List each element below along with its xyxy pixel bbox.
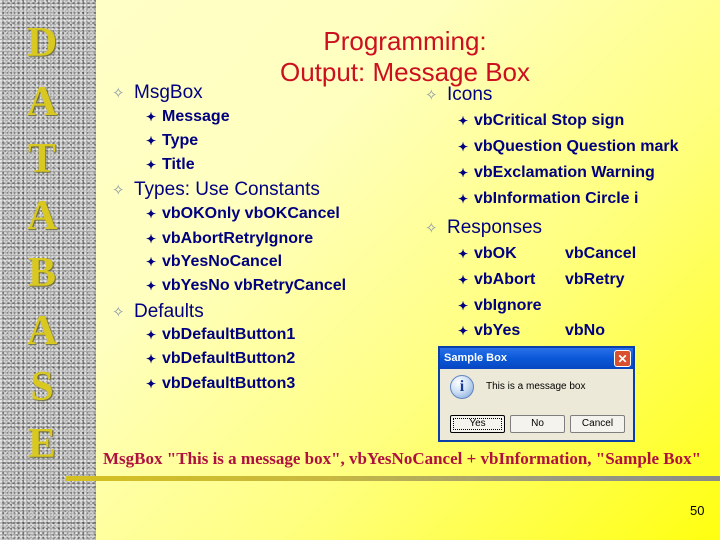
- page-number: 50: [690, 503, 705, 518]
- star-bullet-icon: ✦: [146, 377, 157, 391]
- diamond-bullet-icon: ✧: [112, 85, 125, 102]
- cancel-button[interactable]: Cancel: [570, 415, 625, 433]
- star-bullet-icon: ✦: [146, 279, 157, 293]
- slide-title: Programming: Output: Message Box: [240, 26, 570, 88]
- diamond-bullet-icon: ✧: [112, 304, 125, 321]
- list-item: ✦ vbCritical Stop sign: [458, 112, 625, 129]
- yes-button[interactable]: Yes: [450, 415, 505, 433]
- sidebar-letter: A: [26, 79, 58, 125]
- title-line-1: Programming:: [323, 26, 487, 56]
- dialog-title-bar: Sample Box ✕: [440, 348, 633, 369]
- star-bullet-icon: ✦: [458, 273, 469, 287]
- list-item: ✦ vbYesNoCancel: [146, 253, 283, 270]
- star-bullet-icon: ✦: [146, 352, 157, 366]
- dialog-message: This is a message box: [486, 381, 586, 392]
- star-bullet-icon: ✦: [458, 324, 469, 338]
- star-bullet-icon: ✦: [146, 158, 157, 172]
- list-item: ✦ Message: [146, 108, 230, 125]
- sidebar-letter: T: [27, 136, 56, 182]
- code-caption: MsgBox "This is a message box", vbYesNoC…: [103, 449, 702, 468]
- sidebar-letter: S: [30, 364, 54, 410]
- list-item: ✦ vbDefaultButton3: [146, 375, 296, 392]
- star-bullet-icon: ✦: [458, 166, 469, 180]
- star-bullet-icon: ✦: [146, 134, 157, 148]
- section-heading-responses: ✧ Responses: [425, 217, 543, 238]
- list-item: ✦ vbOKOnly vbOKCancel: [146, 205, 340, 222]
- star-bullet-icon: ✦: [146, 328, 157, 342]
- sidebar-letter: A: [26, 193, 58, 239]
- list-item: ✦ vbDefaultButton2: [146, 350, 296, 367]
- information-icon: i: [450, 375, 474, 399]
- star-bullet-icon: ✦: [146, 232, 157, 246]
- list-item: ✦ vbExclamation Warning: [458, 164, 655, 181]
- section-heading-msgbox: ✧ MsgBox: [112, 82, 203, 103]
- sidebar-letter: A: [26, 308, 58, 354]
- section-heading-icons: ✧ Icons: [425, 84, 493, 105]
- list-item: ✦ vbOK vbCancel: [458, 245, 637, 262]
- list-item: ✦ vbDefaultButton1: [146, 326, 296, 343]
- sidebar-letter: B: [27, 250, 56, 296]
- sample-message-box: Sample Box ✕ i This is a message box Yes…: [438, 346, 635, 442]
- list-item: ✦ vbYesNo vbRetryCancel: [146, 277, 347, 294]
- list-item: ✦ vbInformation Circle i: [458, 190, 639, 207]
- list-item: ✦ vbQuestion Question mark: [458, 138, 679, 155]
- no-button[interactable]: No: [510, 415, 565, 433]
- diamond-bullet-icon: ✧: [112, 182, 125, 199]
- close-icon[interactable]: ✕: [614, 350, 631, 367]
- list-item: ✦ vbIgnore: [458, 297, 542, 314]
- star-bullet-icon: ✦: [146, 207, 157, 221]
- star-bullet-icon: ✦: [146, 110, 157, 124]
- diamond-bullet-icon: ✧: [425, 87, 438, 104]
- star-bullet-icon: ✦: [458, 247, 469, 261]
- title-line-2: Output: Message Box: [279, 57, 531, 87]
- star-bullet-icon: ✦: [458, 114, 469, 128]
- list-item: ✦ vbAbortRetryIgnore: [146, 230, 314, 247]
- list-item: ✦ Type: [146, 132, 199, 149]
- star-bullet-icon: ✦: [458, 299, 469, 313]
- section-heading-types: ✧ Types: Use Constants: [112, 179, 320, 200]
- list-item: ✦ vbAbort vbRetry: [458, 271, 625, 288]
- divider-line: [66, 476, 720, 481]
- sidebar-letter: E: [27, 421, 56, 467]
- list-item: ✦ vbYes vbNo: [458, 322, 605, 339]
- list-item: ✦ Title: [146, 156, 195, 173]
- star-bullet-icon: ✦: [458, 192, 469, 206]
- sidebar-letter: D: [26, 20, 58, 66]
- star-bullet-icon: ✦: [146, 255, 157, 269]
- section-heading-defaults: ✧ Defaults: [112, 301, 204, 322]
- star-bullet-icon: ✦: [458, 140, 469, 154]
- dialog-title: Sample Box: [444, 352, 507, 364]
- diamond-bullet-icon: ✧: [425, 220, 438, 237]
